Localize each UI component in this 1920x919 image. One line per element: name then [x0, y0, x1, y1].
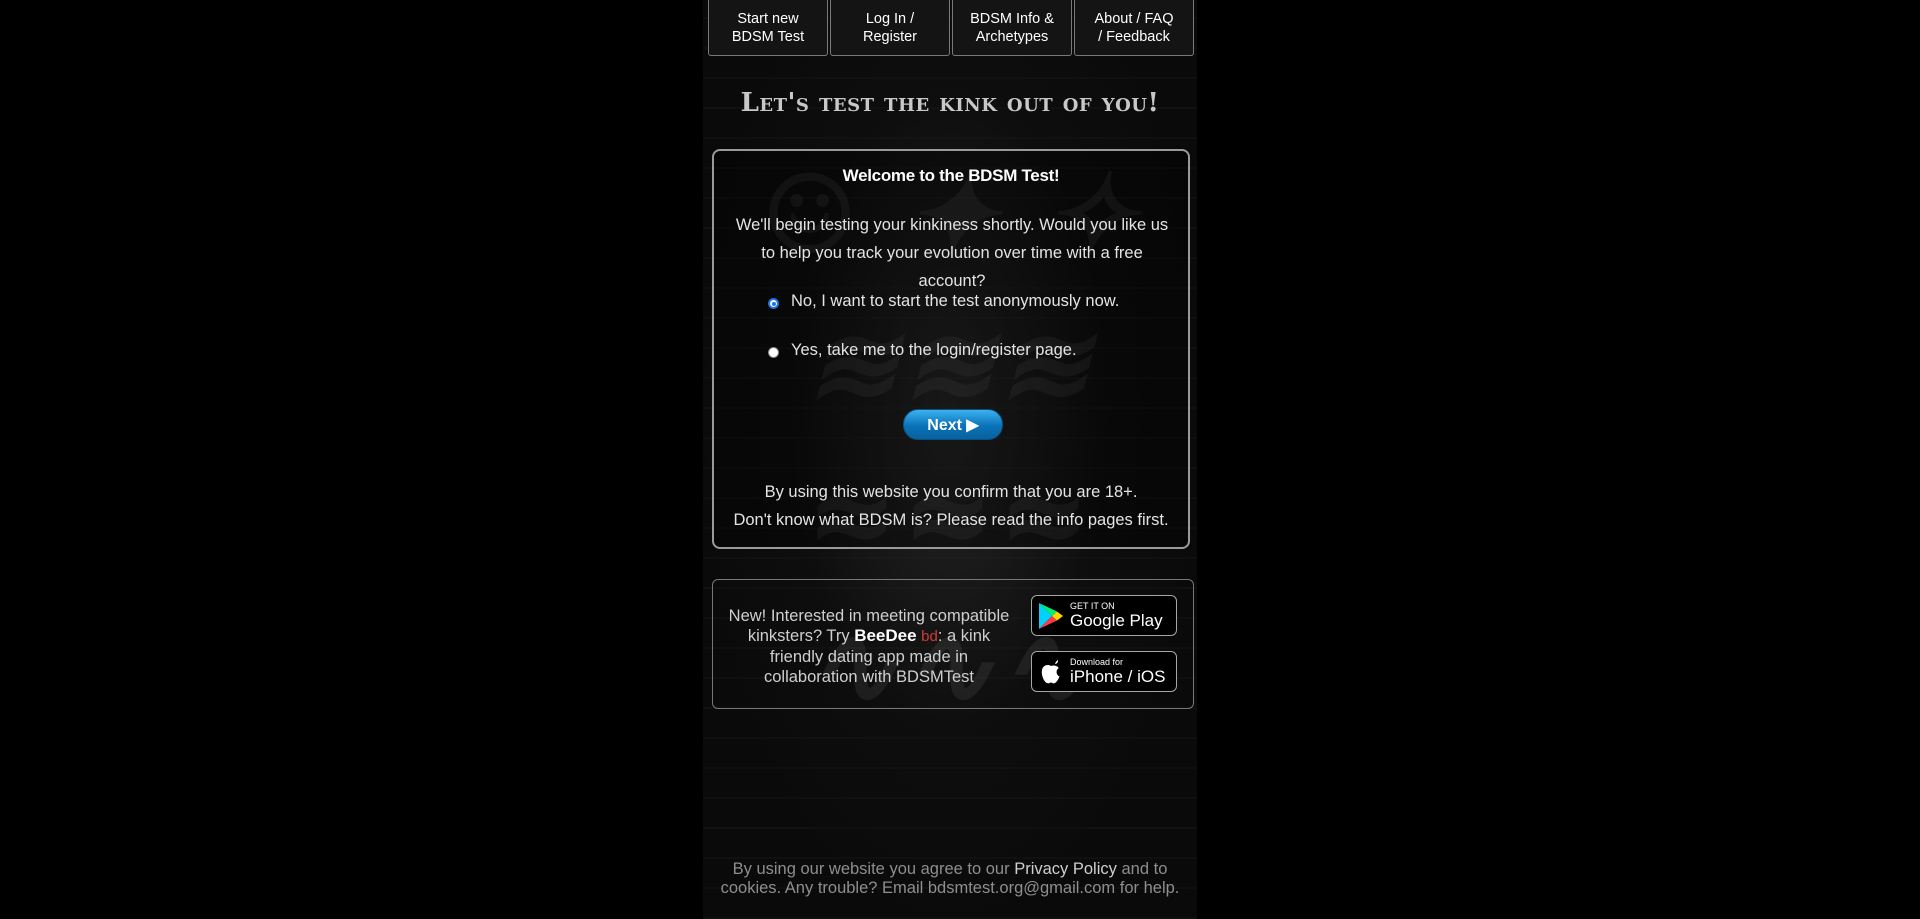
promo-text: New! Interested in meeting compatible ki… [723, 606, 1015, 687]
google-play-button[interactable]: GET IT ON Google Play [1031, 595, 1177, 636]
privacy-policy-link[interactable]: Privacy Policy [1014, 860, 1117, 878]
card-title: Welcome to the BDSM Test! [842, 166, 1060, 185]
card-intro-text: We'll begin testing your kinkiness short… [735, 216, 1169, 290]
footer-notice: By using our website you agree to our Pr… [703, 860, 1197, 898]
google-play-icon [1032, 602, 1070, 630]
top-nav: Start new BDSM Test Log In / Register BDSM… [708, 0, 1196, 56]
nav-bdsm-info[interactable]: BDSM Info & Archetypes [952, 0, 1072, 56]
nav-label-line1: Log In / [865, 10, 915, 27]
beedee-promo: New! Interested in meeting compatible ki… [712, 579, 1194, 709]
nav-label-line2: BDSM Test [731, 28, 805, 45]
nav-label-line1: BDSM Info & [970, 10, 1054, 27]
option-anonymous[interactable]: No, I want to start the test anonymously… [768, 292, 1119, 311]
radio-anonymous[interactable] [768, 298, 779, 309]
nav-start-new-test[interactable]: Start new BDSM Test [708, 0, 828, 56]
age-notice: By using this website you confirm that y… [764, 483, 1138, 501]
nav-label-line2: / Feedback [1098, 28, 1170, 45]
beedee-brand[interactable]: BeeDee [854, 626, 916, 645]
page-headline: Let's test the kink out of you! [740, 88, 1160, 118]
radio-login-register[interactable] [768, 347, 779, 358]
ios-small-text: Download for [1070, 657, 1124, 667]
next-button[interactable]: Next ▶ [903, 409, 1003, 440]
beedee-logo-glyph: bd [921, 628, 938, 645]
footer-text-before: By using our website you agree to our [732, 860, 1015, 878]
google-play-small-text: GET IT ON [1070, 601, 1115, 611]
ios-download-button[interactable]: Download for iPhone / iOS [1031, 651, 1177, 692]
google-play-big-text: Google Play [1070, 611, 1163, 630]
card-footer-notice: By using this website you confirm that y… [714, 478, 1188, 534]
ios-big-text: iPhone / iOS [1070, 667, 1166, 686]
info-notice: Don't know what BDSM is? Please read the… [733, 511, 1169, 529]
nav-about-faq[interactable]: About / FAQ / Feedback [1074, 0, 1194, 56]
nav-label-line2: Archetypes [975, 28, 1049, 45]
option-login-register[interactable]: Yes, take me to the login/register page. [768, 341, 1077, 360]
apple-icon [1032, 659, 1070, 685]
nav-label-line1: Start new [737, 10, 799, 27]
nav-login-register[interactable]: Log In / Register [830, 0, 950, 56]
nav-label-line1: About / FAQ [1094, 10, 1174, 27]
nav-label-line2: Register [863, 28, 917, 45]
option-anonymous-label: No, I want to start the test anonymously… [791, 292, 1120, 310]
option-login-register-label: Yes, take me to the login/register page. [791, 341, 1077, 359]
welcome-card: Welcome to the BDSM Test! We'll begin te… [712, 149, 1190, 549]
